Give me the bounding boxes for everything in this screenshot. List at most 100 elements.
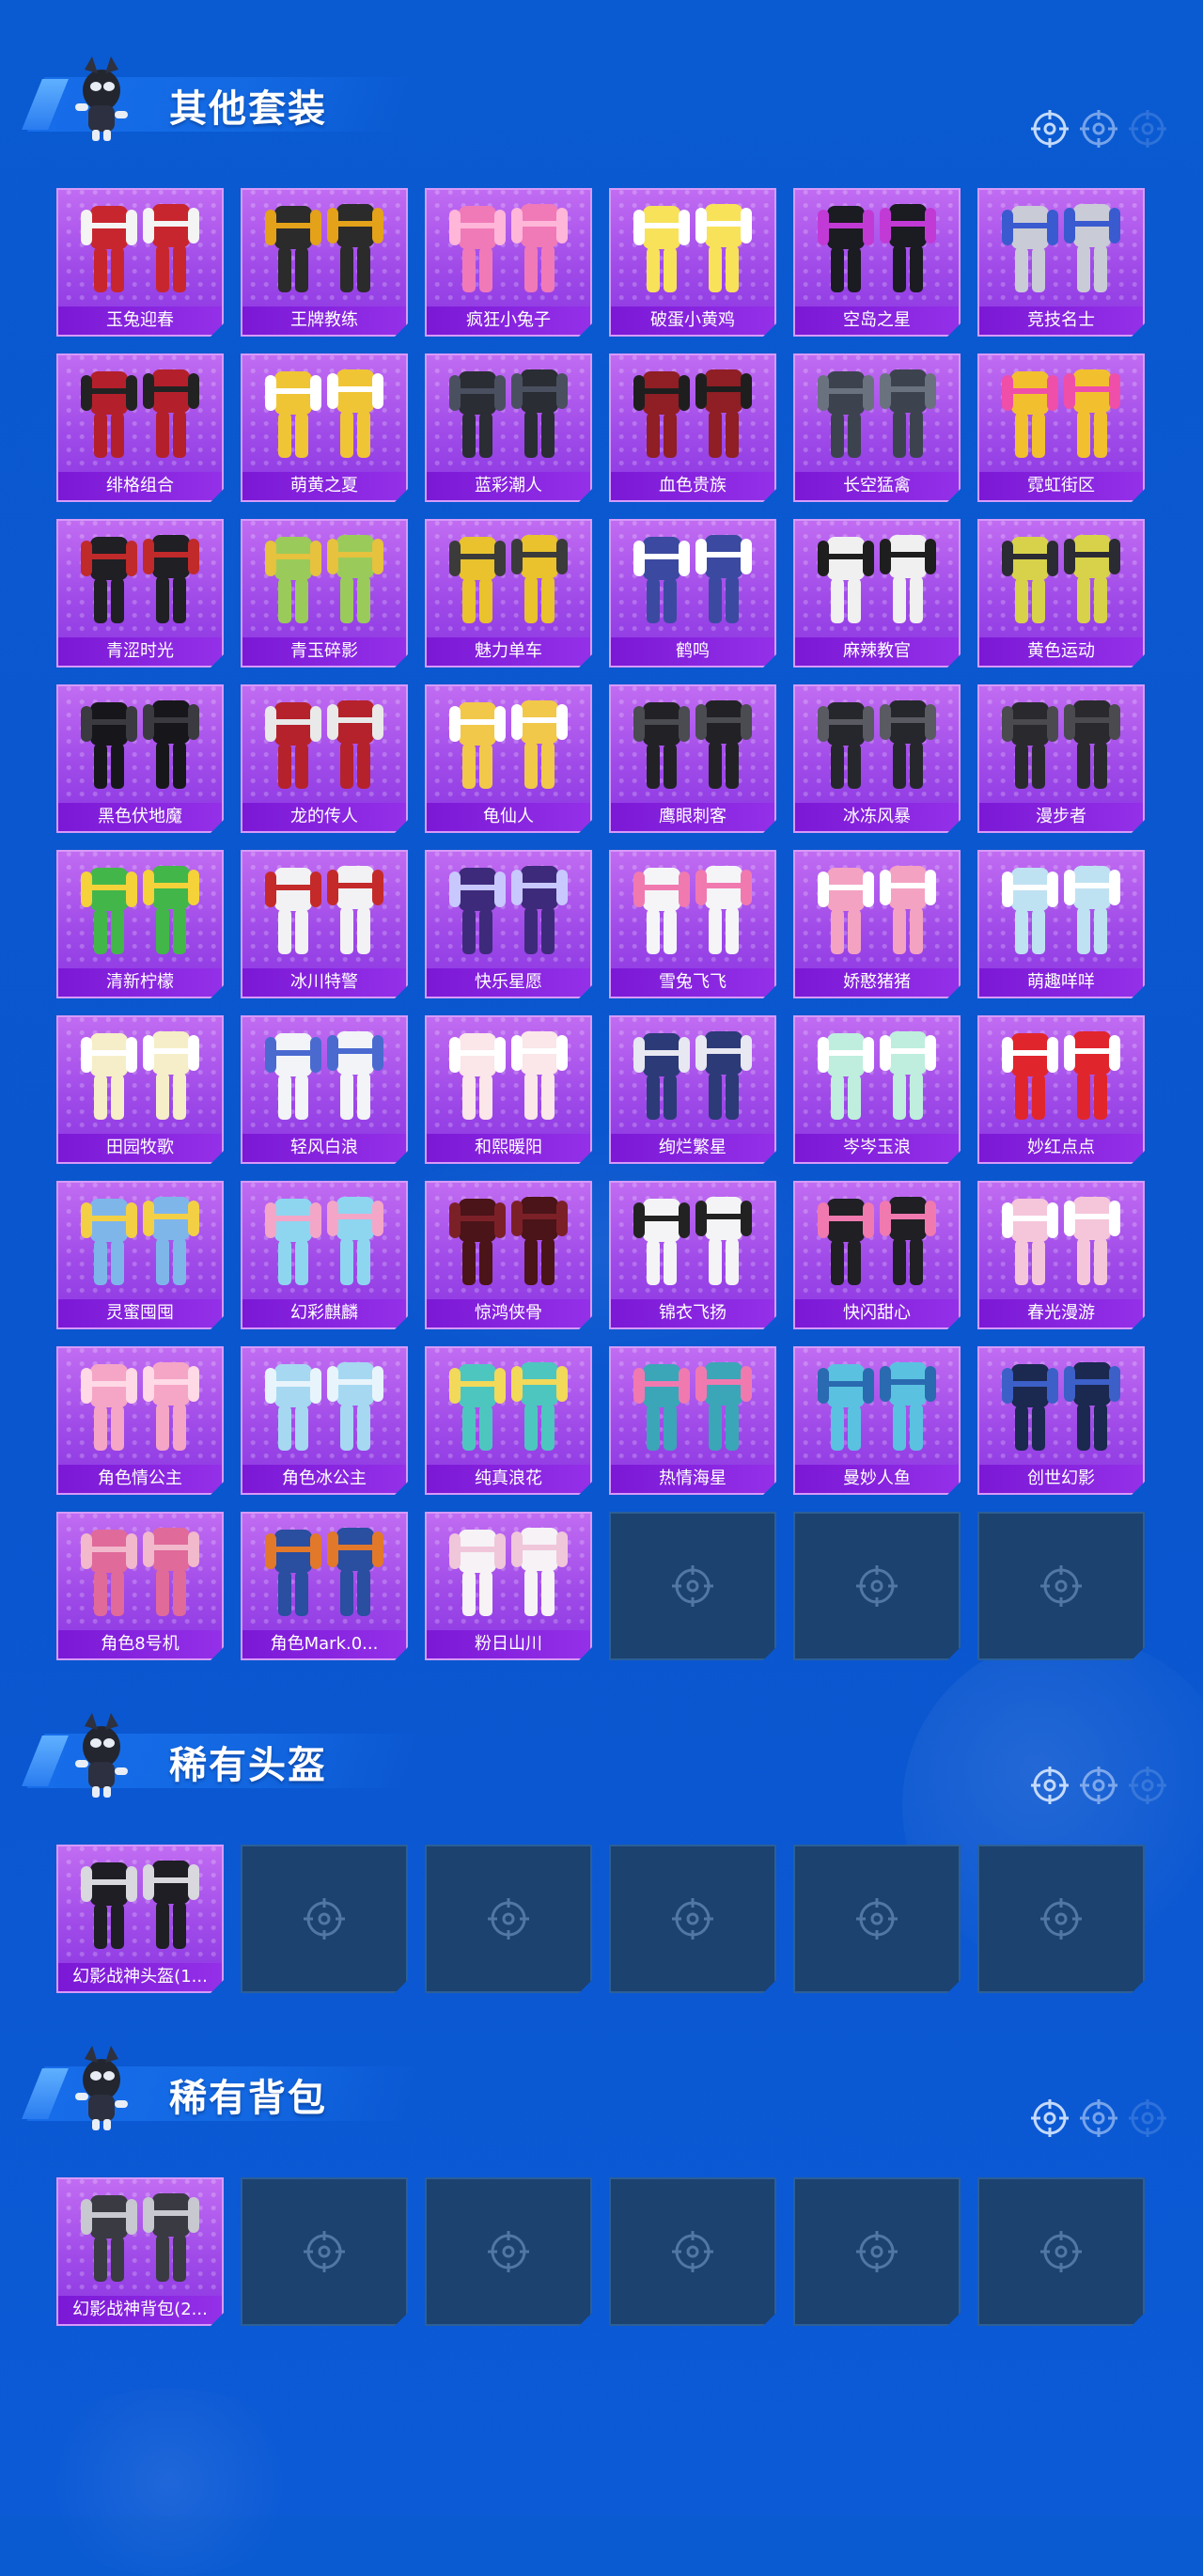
- item-card[interactable]: 妙红点点: [977, 1015, 1145, 1164]
- item-card[interactable]: 冰川特警: [241, 850, 408, 998]
- item-card[interactable]: 黑色伏地魔: [56, 684, 224, 833]
- item-card[interactable]: 麻辣教官: [793, 519, 961, 668]
- item-name: 锦衣飞扬: [611, 1299, 774, 1327]
- item-card[interactable]: 魅力单车: [425, 519, 592, 668]
- mascot-icon: [75, 1713, 128, 1798]
- item-card[interactable]: 萌趣咩咩: [977, 850, 1145, 998]
- item-card[interactable]: 竞技名士: [977, 188, 1145, 337]
- item-card[interactable]: 和熙暖阳: [425, 1015, 592, 1164]
- item-card[interactable]: 霓虹街区: [977, 353, 1145, 502]
- outfit-red-icon: [70, 193, 211, 304]
- outfit-black-icon: [622, 689, 763, 800]
- empty-slot: [425, 1845, 592, 1993]
- item-card[interactable]: 创世幻影: [977, 1346, 1145, 1495]
- item-name: 角色Mark.0...: [242, 1630, 406, 1658]
- item-card[interactable]: 鹤鸣: [609, 519, 776, 668]
- item-card[interactable]: 漫步者: [977, 684, 1145, 833]
- crosshair-icon: [1129, 1767, 1166, 1804]
- item-card[interactable]: 幻影战神头盔(1...: [56, 1845, 224, 1993]
- mascot-icon: [75, 56, 128, 141]
- item-image: [58, 2179, 222, 2296]
- item-image: [242, 521, 406, 637]
- item-name: 青涩时光: [58, 637, 222, 666]
- item-card[interactable]: 粉日山川: [425, 1512, 592, 1660]
- outfit-black-hood-icon: [70, 689, 211, 800]
- item-name: 幻影战神背包(2...: [58, 2296, 222, 2324]
- item-grid: 幻影战神背包(2...: [56, 2177, 1145, 2326]
- item-card[interactable]: 清新柠檬: [56, 850, 224, 998]
- item-card[interactable]: 幻影战神背包(2...: [56, 2177, 224, 2326]
- item-card[interactable]: 疯狂小兔子: [425, 188, 592, 337]
- item-card[interactable]: 萌黄之夏: [241, 353, 408, 502]
- item-card[interactable]: 玉兔迎春: [56, 188, 224, 337]
- outfit-yellow-icon: [254, 358, 395, 469]
- item-card[interactable]: 快闪甜心: [793, 1181, 961, 1329]
- item-image: [979, 1348, 1143, 1465]
- item-name: 和熙暖阳: [427, 1134, 590, 1162]
- item-image: [427, 852, 590, 968]
- item-card[interactable]: 龙的传人: [241, 684, 408, 833]
- item-card[interactable]: 王牌教练: [241, 188, 408, 337]
- item-card[interactable]: 鹰眼刺客: [609, 684, 776, 833]
- item-image: [611, 355, 774, 472]
- crosshair-icon: [302, 1896, 347, 1941]
- item-card[interactable]: 黄色运动: [977, 519, 1145, 668]
- item-card[interactable]: 血色贵族: [609, 353, 776, 502]
- outfit-green-jacket-icon: [70, 855, 211, 966]
- item-card[interactable]: 岑岑玉浪: [793, 1015, 961, 1164]
- item-card[interactable]: 角色Mark.0...: [241, 1512, 408, 1660]
- item-name: 冰川特警: [242, 968, 406, 997]
- item-name: 疯狂小兔子: [427, 306, 590, 335]
- item-name: 田园牧歌: [58, 1134, 222, 1162]
- outfit-teal-icon: [622, 1351, 763, 1462]
- item-card[interactable]: 曼妙人鱼: [793, 1346, 961, 1495]
- item-image: [979, 521, 1143, 637]
- item-name: 绚烂繁星: [611, 1134, 774, 1162]
- item-card[interactable]: 惊鸿侠骨: [425, 1181, 592, 1329]
- item-grid: 幻影战神头盔(1...: [56, 1845, 1145, 1993]
- section-title: 其他套装: [169, 87, 327, 131]
- outfit-pink-bunny-icon: [438, 193, 579, 304]
- item-image: [242, 686, 406, 803]
- item-name: 王牌教练: [242, 306, 406, 335]
- item-card[interactable]: 春光漫游: [977, 1181, 1145, 1329]
- item-card[interactable]: 龟仙人: [425, 684, 592, 833]
- item-card[interactable]: 绯格组合: [56, 353, 224, 502]
- item-card[interactable]: 长空猛禽: [793, 353, 961, 502]
- item-card[interactable]: 青玉碎影: [241, 519, 408, 668]
- character-mecha-blue-icon: [254, 1516, 395, 1627]
- empty-slot: [241, 1845, 408, 1993]
- item-card[interactable]: 锦衣飞扬: [609, 1181, 776, 1329]
- outfit-white-pink-icon: [438, 1020, 579, 1131]
- item-card[interactable]: 破蛋小黄鸡: [609, 188, 776, 337]
- outfit-cream-icon: [70, 1020, 211, 1131]
- item-card[interactable]: 角色8号机: [56, 1512, 224, 1660]
- section-header: 稀有头盔: [22, 1707, 421, 1801]
- section-target-decor: [1030, 109, 1167, 149]
- item-card[interactable]: 雪兔飞飞: [609, 850, 776, 998]
- crosshair-icon: [1039, 1896, 1084, 1941]
- item-card[interactable]: 角色冰公主: [241, 1346, 408, 1495]
- outfit-white-black-icon: [806, 524, 947, 635]
- item-image: [795, 190, 959, 306]
- item-image: [427, 686, 590, 803]
- item-card[interactable]: 冰冻风暴: [793, 684, 961, 833]
- item-card[interactable]: 快乐星愿: [425, 850, 592, 998]
- crosshair-icon: [486, 2229, 531, 2274]
- item-card[interactable]: 青涩时光: [56, 519, 224, 668]
- item-card[interactable]: 灵蜜囤囤: [56, 1181, 224, 1329]
- item-card[interactable]: 蓝彩潮人: [425, 353, 592, 502]
- item-card[interactable]: 幻彩麒麟: [241, 1181, 408, 1329]
- section-target-decor: [1030, 1766, 1167, 1805]
- item-image: [242, 1017, 406, 1134]
- item-card[interactable]: 轻风白浪: [241, 1015, 408, 1164]
- character-blue-icon: [254, 1351, 395, 1462]
- item-card[interactable]: 热情海星: [609, 1346, 776, 1495]
- character-mecha-pink-icon: [70, 1516, 211, 1627]
- item-card[interactable]: 娇憨猪猪: [793, 850, 961, 998]
- item-card[interactable]: 田园牧歌: [56, 1015, 224, 1164]
- item-card[interactable]: 绚烂繁星: [609, 1015, 776, 1164]
- item-card[interactable]: 纯真浪花: [425, 1346, 592, 1495]
- item-card[interactable]: 角色情公主: [56, 1346, 224, 1495]
- item-card[interactable]: 空岛之星: [793, 188, 961, 337]
